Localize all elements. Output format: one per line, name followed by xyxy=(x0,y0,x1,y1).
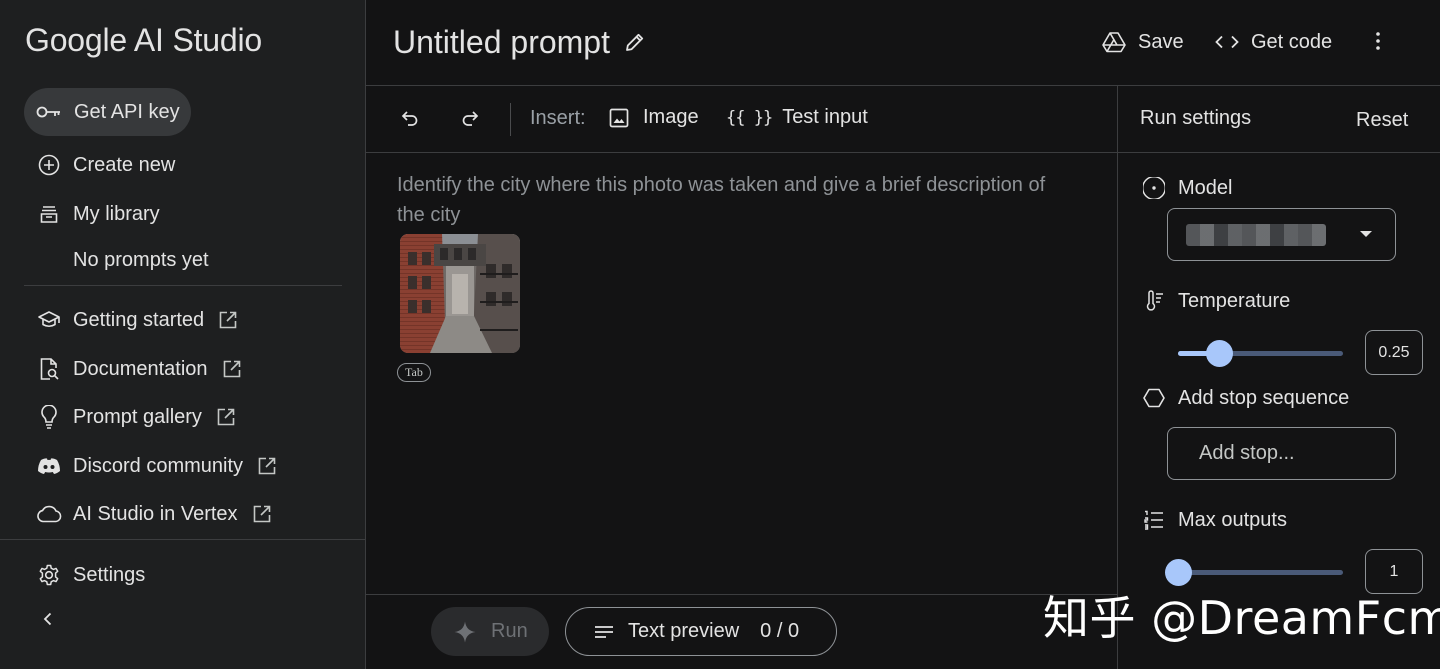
my-library-item[interactable]: My library xyxy=(36,199,160,229)
discord-icon xyxy=(36,453,62,479)
token-count: 0 / 0 xyxy=(760,620,800,642)
sparkle-icon xyxy=(453,620,477,644)
stop-sequence-label: Add stop sequence xyxy=(1178,386,1350,409)
model-icon xyxy=(1142,176,1166,200)
key-icon xyxy=(36,105,62,119)
sidebar-divider xyxy=(0,539,366,540)
code-icon xyxy=(1215,34,1239,50)
dropdown-arrow-icon xyxy=(1358,229,1374,239)
get-api-key-button[interactable]: Get API key xyxy=(24,88,191,136)
doc-search-icon xyxy=(36,356,62,382)
max-outputs-label: Max outputs xyxy=(1178,508,1287,531)
image-label: Image xyxy=(643,106,699,128)
settings-label: Settings xyxy=(73,563,146,586)
editor-toolbar: Insert: Image {{ }} Test input xyxy=(366,86,1117,153)
top-header: Untitled prompt Save Get code xyxy=(366,0,1440,86)
open-in-new-icon xyxy=(222,359,242,379)
save-label: Save xyxy=(1138,30,1184,53)
get-api-key-label: Get API key xyxy=(74,100,180,123)
sidebar-item-discord[interactable]: Discord community xyxy=(36,451,277,481)
text-preview-button[interactable]: Text preview 0 / 0 xyxy=(565,607,837,656)
create-new-item[interactable]: Create new xyxy=(36,150,175,180)
edit-title-button[interactable] xyxy=(624,31,646,53)
attached-image-thumbnail[interactable] xyxy=(400,234,520,353)
drive-icon xyxy=(1102,31,1126,53)
no-prompts-text: No prompts yet xyxy=(73,248,209,271)
library-icon xyxy=(36,201,62,227)
image-icon xyxy=(609,108,629,128)
get-code-label: Get code xyxy=(1251,30,1333,53)
test-input-label: Test input xyxy=(782,106,868,128)
max-outputs-row: Max outputs xyxy=(1142,508,1287,532)
attachment-tag: Tab xyxy=(397,363,431,382)
run-label: Run xyxy=(491,620,528,642)
model-row: Model xyxy=(1142,176,1232,200)
prompt-text[interactable]: Identify the city where this photo was t… xyxy=(397,170,1077,230)
lines-icon xyxy=(594,625,614,639)
save-button[interactable]: Save xyxy=(1102,28,1184,56)
chevron-left-icon[interactable] xyxy=(42,611,54,627)
undo-icon[interactable] xyxy=(400,108,420,128)
app-brand[interactable]: Google AI Studio xyxy=(25,22,262,59)
sidebar-item-getting-started[interactable]: Getting started xyxy=(36,305,238,335)
temperature-slider[interactable] xyxy=(1178,339,1343,367)
more-vert-icon[interactable] xyxy=(1375,30,1381,52)
thermostat-icon xyxy=(1142,289,1166,313)
temperature-row: Temperature xyxy=(1142,289,1290,313)
insert-image-button[interactable]: Image xyxy=(609,106,699,129)
sidebar-divider xyxy=(24,285,342,286)
settings-item[interactable]: Settings xyxy=(36,560,145,590)
documentation-label: Documentation xyxy=(73,357,208,380)
model-label: Model xyxy=(1178,176,1233,199)
my-library-label: My library xyxy=(73,202,160,225)
add-circle-icon xyxy=(36,152,62,178)
temperature-input[interactable]: 0.25 xyxy=(1365,330,1423,375)
temperature-label: Temperature xyxy=(1178,289,1291,312)
toolbar-separator xyxy=(510,103,511,136)
page-title: Untitled prompt xyxy=(393,24,610,60)
open-in-new-icon xyxy=(257,456,277,476)
text-preview-label: Text preview xyxy=(628,620,740,642)
run-settings-title: Run settings xyxy=(1140,107,1252,129)
list-numbered-icon xyxy=(1142,508,1166,532)
open-in-new-icon xyxy=(218,310,238,330)
watermark: 知乎 @DreamFcm xyxy=(1043,591,1440,645)
discord-label: Discord community xyxy=(73,454,244,477)
pencil-icon xyxy=(624,31,646,53)
hexagon-icon xyxy=(1142,386,1166,410)
lightbulb-icon xyxy=(36,404,62,430)
stop-sequence-input[interactable] xyxy=(1167,427,1396,480)
open-in-new-icon xyxy=(252,504,272,524)
stop-sequence-row: Add stop sequence xyxy=(1142,386,1349,410)
getting-started-label: Getting started xyxy=(73,308,205,331)
sidebar-item-vertex[interactable]: AI Studio in Vertex xyxy=(36,499,272,529)
sidebar-item-documentation[interactable]: Documentation xyxy=(36,354,242,384)
vertex-label: AI Studio in Vertex xyxy=(73,502,238,525)
redo-icon[interactable] xyxy=(460,108,480,128)
slider-thumb[interactable] xyxy=(1206,340,1233,367)
insert-label: Insert: xyxy=(530,107,586,129)
model-value-redacted xyxy=(1186,224,1326,246)
school-icon xyxy=(36,307,62,333)
prompt-gallery-label: Prompt gallery xyxy=(73,405,202,428)
braces-icon: {{ }} xyxy=(726,107,773,128)
prompt-editor[interactable]: Identify the city where this photo was t… xyxy=(366,153,1117,594)
run-button[interactable]: Run xyxy=(431,607,549,656)
create-new-label: Create new xyxy=(73,153,176,176)
editor-footer: Run Text preview 0 / 0 xyxy=(366,594,1117,669)
run-settings-header: Run settings Reset xyxy=(1118,86,1440,153)
get-code-button[interactable]: Get code xyxy=(1215,28,1332,56)
cloud-icon xyxy=(36,501,62,527)
sidebar-item-prompt-gallery[interactable]: Prompt gallery xyxy=(36,402,236,432)
reset-button[interactable]: Reset xyxy=(1356,109,1408,132)
test-input-button[interactable]: {{ }} Test input xyxy=(726,106,868,129)
sidebar: Google AI Studio Get API key Create new … xyxy=(0,0,366,669)
model-select[interactable] xyxy=(1167,208,1396,261)
slider-track xyxy=(1178,570,1343,575)
open-in-new-icon xyxy=(216,407,236,427)
gear-icon xyxy=(36,562,62,588)
